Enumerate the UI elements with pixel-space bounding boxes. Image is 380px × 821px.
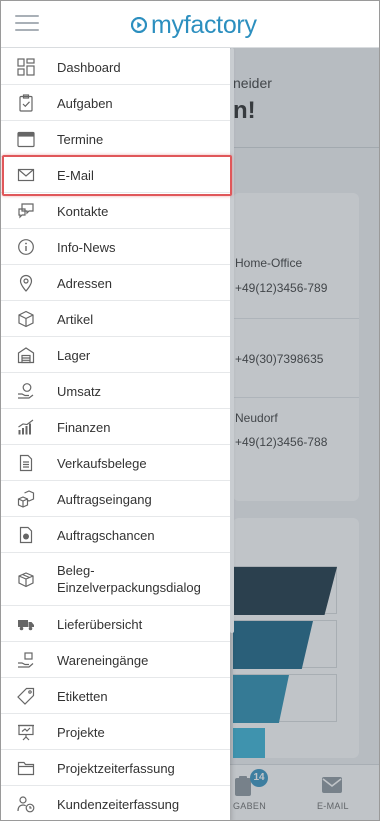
truck-icon xyxy=(17,615,35,633)
chart-growth-icon xyxy=(17,418,35,436)
menu-item-label: Projekte xyxy=(57,725,105,740)
menu-item-label: Adressen xyxy=(57,276,112,291)
hamburger-line xyxy=(15,22,39,24)
menu-toggle-button[interactable] xyxy=(15,15,39,33)
menu-item-lager[interactable]: Lager xyxy=(1,337,230,373)
menu-item-label: Dashboard xyxy=(57,60,121,75)
menu-item-label: Wareneingänge xyxy=(57,653,149,668)
menu-item-label: Kontakte xyxy=(57,204,109,219)
menu-item-label: Aufgaben xyxy=(57,96,113,111)
app-frame: neider n! Home-Office +49(12)3456-789 +4… xyxy=(0,0,380,821)
app-header: myfactory xyxy=(1,1,379,48)
calendar-icon xyxy=(17,130,35,148)
menu-item-dashboard[interactable]: Dashboard xyxy=(1,49,230,85)
menu-item-umsatz[interactable]: Umsatz xyxy=(1,373,230,409)
menu-item-label: Auftragseingang xyxy=(57,492,152,507)
logo-play-icon xyxy=(131,17,147,33)
menu-item-beleg-einzelverpackungsdialog[interactable]: Beleg- Einzelverpackungsdialog xyxy=(1,553,230,606)
menu-item-adressen[interactable]: Adressen xyxy=(1,265,230,301)
menu-item-auftragseingang[interactable]: Auftragseingang xyxy=(1,481,230,517)
document-icon xyxy=(17,454,35,472)
menu-item-wareneingaenge[interactable]: Wareneingänge xyxy=(1,642,230,678)
boxes-icon xyxy=(17,490,35,508)
app-logo: myfactory xyxy=(131,10,257,40)
menu-item-kontakte[interactable]: Kontakte xyxy=(1,193,230,229)
chat-bubbles-icon xyxy=(17,202,35,220)
menu-item-label: Artikel xyxy=(57,312,94,327)
money-hand-icon xyxy=(17,382,35,400)
menu-item-aufgaben[interactable]: Aufgaben xyxy=(1,85,230,121)
navigation-drawer: Dashboard Aufgaben Termine E-Mail Kontak… xyxy=(1,48,230,820)
menu-item-label-line: Beleg- xyxy=(57,563,95,578)
menu-item-label: Info-News xyxy=(57,240,116,255)
logo-text: myfactory xyxy=(151,10,257,39)
menu-item-finanzen[interactable]: Finanzen xyxy=(1,409,230,445)
menu-item-info-news[interactable]: Info-News xyxy=(1,229,230,265)
info-icon xyxy=(17,238,35,256)
hamburger-icon xyxy=(15,15,39,17)
menu-item-label: Termine xyxy=(57,132,104,147)
menu-item-label: Finanzen xyxy=(57,420,111,435)
menu-item-etiketten[interactable]: Etiketten xyxy=(1,678,230,714)
menu-item-label: Verkaufsbelege xyxy=(57,456,147,471)
menu-item-label: Lager xyxy=(57,348,91,363)
presentation-icon xyxy=(17,723,35,741)
menu-item-label: Umsatz xyxy=(57,384,102,399)
menu-item-projekte[interactable]: Projekte xyxy=(1,714,230,750)
menu-item-email[interactable]: E-Mail xyxy=(1,157,230,193)
menu-item-label-line: Einzelverpackungsdialog xyxy=(57,580,201,595)
menu-item-label: Projektzeiterfassung xyxy=(57,761,175,776)
menu-item-auftragschancen[interactable]: Auftragschancen xyxy=(1,517,230,553)
menu-item-label: Kundenzeiterfassung xyxy=(57,797,180,812)
menu-item-lieferuebersicht[interactable]: Lieferübersicht xyxy=(1,606,230,642)
map-pin-icon xyxy=(17,274,35,292)
menu-item-verkaufsbelege[interactable]: Verkaufsbelege xyxy=(1,445,230,481)
menu-item-kundenzeiterfassung[interactable]: Kundenzeiterfassung xyxy=(1,786,230,820)
package-open-icon xyxy=(17,570,35,588)
hamburger-line xyxy=(15,29,39,31)
person-clock-icon xyxy=(17,795,35,813)
menu-item-label: Lieferübersicht xyxy=(57,617,143,632)
hand-box-icon xyxy=(17,651,35,669)
clipboard-check-icon xyxy=(17,94,35,112)
drawer-scrollbar[interactable] xyxy=(230,48,234,633)
document-chart-icon xyxy=(17,526,35,544)
menu-item-projektzeiterfassung[interactable]: Projektzeiterfassung xyxy=(1,750,230,786)
tag-icon xyxy=(17,687,35,705)
menu-item-termine[interactable]: Termine xyxy=(1,121,230,157)
box-icon xyxy=(17,310,35,328)
dashboard-icon xyxy=(17,58,35,76)
menu-item-label: Auftragschancen xyxy=(57,528,155,543)
warehouse-icon xyxy=(17,346,35,364)
envelope-icon xyxy=(17,166,35,184)
folder-icon xyxy=(17,759,35,777)
menu-item-label: E-Mail xyxy=(57,168,94,183)
menu-item-artikel[interactable]: Artikel xyxy=(1,301,230,337)
menu-item-label: Beleg- Einzelverpackungsdialog xyxy=(57,562,201,596)
menu-item-label: Etiketten xyxy=(57,689,108,704)
